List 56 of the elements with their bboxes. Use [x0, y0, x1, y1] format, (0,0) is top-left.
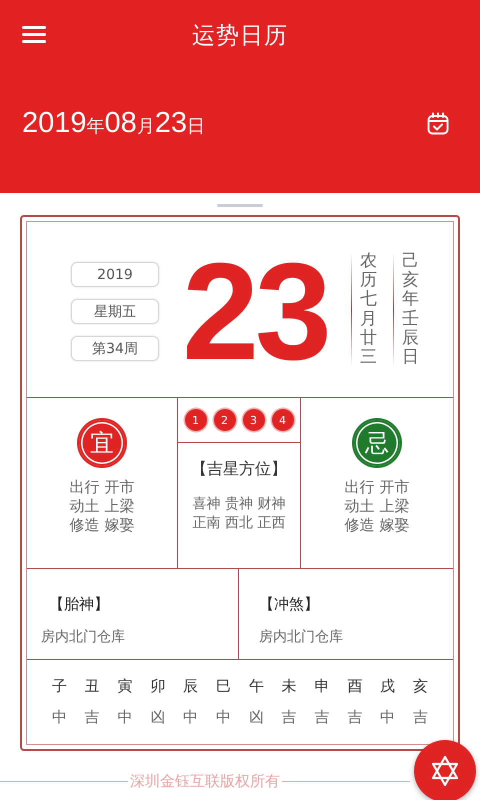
number-tab[interactable]: 3 — [242, 409, 264, 431]
app-title: 运势日历 — [192, 22, 288, 50]
hour-branch: 巳 — [216, 677, 232, 696]
calendar-check-icon[interactable] — [426, 112, 450, 136]
hour-luck: 凶 — [248, 708, 264, 727]
number-tab[interactable]: 1 — [184, 409, 206, 431]
section-text: 房内北门仓库 — [41, 628, 125, 646]
hour-luck: 吉 — [84, 708, 100, 727]
hour-luck: 中 — [118, 708, 133, 727]
hour-luck: 中 — [380, 708, 396, 727]
section-title: 【胎神】 — [49, 595, 109, 614]
activity-text: 出行 开市 — [344, 478, 410, 497]
date-title: 2019年08月 23日 — [22, 107, 206, 140]
hour-branch: 子 — [52, 677, 67, 696]
hour-branch: 丑 — [84, 677, 100, 696]
hour-branch: 戌 — [380, 677, 396, 696]
hour-branch: 辰 — [183, 677, 198, 696]
star-button[interactable] — [414, 740, 476, 800]
suitable-seal: 宜 — [79, 420, 125, 466]
hour-luck: 吉 — [413, 708, 428, 727]
hour-luck: 中 — [216, 708, 232, 727]
hour-luck: 吉 — [347, 708, 362, 727]
copyright-text: 深圳金钰互联版权所有 — [129, 772, 281, 791]
avoid-seal: 忌 — [354, 420, 400, 466]
lunar-date: 农历七月廿三 — [360, 252, 377, 367]
number-tab[interactable]: 4 — [272, 409, 294, 431]
hour-branch: 申 — [314, 677, 330, 696]
activity-text: 动土 上梁 — [70, 497, 134, 516]
hour-luck: 中 — [52, 708, 67, 727]
hour-branch: 亥 — [413, 677, 428, 696]
hexagram-icon — [430, 755, 460, 787]
hour-branch: 寅 — [118, 677, 133, 696]
hour-branch: 酉 — [347, 677, 362, 696]
section-title: 【吉星方位】 — [190, 459, 288, 480]
hour-luck: 中 — [183, 708, 198, 727]
hour-branch: 未 — [282, 677, 297, 696]
hour-branch: 午 — [248, 677, 264, 696]
direction-text: 正南 西北 正西 — [192, 514, 286, 533]
number-tab[interactable]: 2 — [214, 409, 236, 431]
section-title: 【冲煞】 — [259, 595, 319, 614]
hour-branch: 卯 — [150, 677, 166, 696]
info-tag: 星期五 — [71, 299, 159, 324]
section-text: 房内北门仓库 — [259, 628, 343, 646]
hour-luck: 吉 — [314, 708, 330, 727]
activity-text: 修造 嫁娶 — [344, 516, 410, 535]
ganzhi-text: 己亥年壬辰日 — [402, 252, 419, 367]
info-tag: 第34周 — [71, 336, 159, 361]
activity-text: 动土 上梁 — [344, 497, 410, 516]
activity-text: 修造 嫁娶 — [70, 516, 134, 535]
activity-text: 出行 开市 — [70, 478, 134, 497]
day-number: 23 — [182, 242, 328, 380]
info-tag: 2019 — [71, 262, 159, 287]
hour-luck: 吉 — [282, 708, 297, 727]
hour-luck: 凶 — [150, 708, 166, 727]
direction-text: 喜神 贵神 财神 — [192, 495, 286, 514]
menu-icon[interactable] — [22, 24, 46, 44]
